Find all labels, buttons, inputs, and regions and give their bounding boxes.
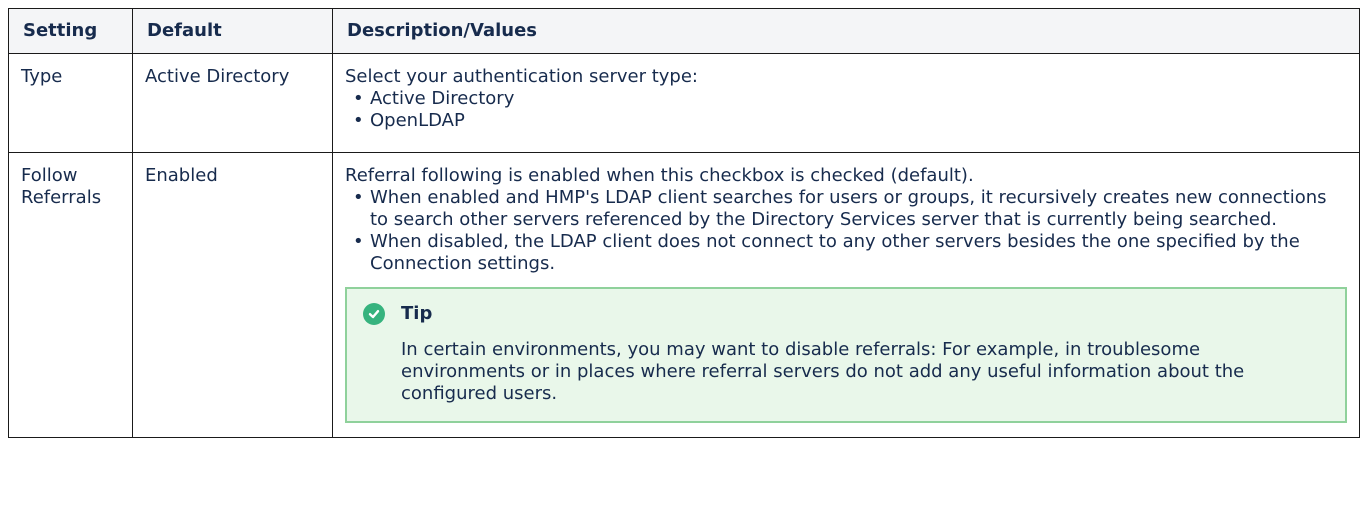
list-item: OpenLDAP	[353, 110, 1347, 132]
setting-name: Type	[21, 66, 63, 87]
description-text: Referral following is enabled when this …	[345, 165, 974, 186]
header-default: Default	[132, 8, 333, 54]
settings-table: Setting Default Description/Values Type …	[8, 8, 1360, 438]
cell-description: Referral following is enabled when this …	[332, 152, 1360, 438]
table-header-row: Setting Default Description/Values	[8, 8, 1360, 54]
tip-panel: Tip In certain environments, you may wan…	[345, 287, 1347, 423]
values-list: Active Directory OpenLDAP	[345, 88, 1347, 132]
list-item: When disabled, the LDAP client does not …	[353, 231, 1347, 275]
tip-title: Tip	[401, 303, 433, 324]
table-row-type: Type Active Directory Select your authen…	[8, 53, 1360, 153]
header-description: Description/Values	[332, 8, 1360, 54]
values-list: When enabled and HMP's LDAP client searc…	[345, 187, 1347, 275]
setting-name: Follow Referrals	[21, 165, 102, 208]
cell-setting: Type	[8, 53, 133, 153]
description-text: Select your authentication server type:	[345, 66, 698, 87]
tip-header: Tip	[363, 303, 1325, 325]
list-item: When enabled and HMP's LDAP client searc…	[353, 187, 1347, 231]
cell-description: Select your authentication server type: …	[332, 53, 1360, 153]
cell-default: Enabled	[132, 152, 333, 438]
cell-default: Active Directory	[132, 53, 333, 153]
header-setting: Setting	[8, 8, 133, 54]
check-circle-icon	[363, 303, 385, 325]
table-row-follow-referrals: Follow Referrals Enabled Referral follow…	[8, 152, 1360, 438]
default-value: Enabled	[145, 165, 218, 186]
tip-text: In certain environments, you may want to…	[401, 339, 1245, 404]
cell-setting: Follow Referrals	[8, 152, 133, 438]
list-item: Active Directory	[353, 88, 1347, 110]
default-value: Active Directory	[145, 66, 290, 87]
